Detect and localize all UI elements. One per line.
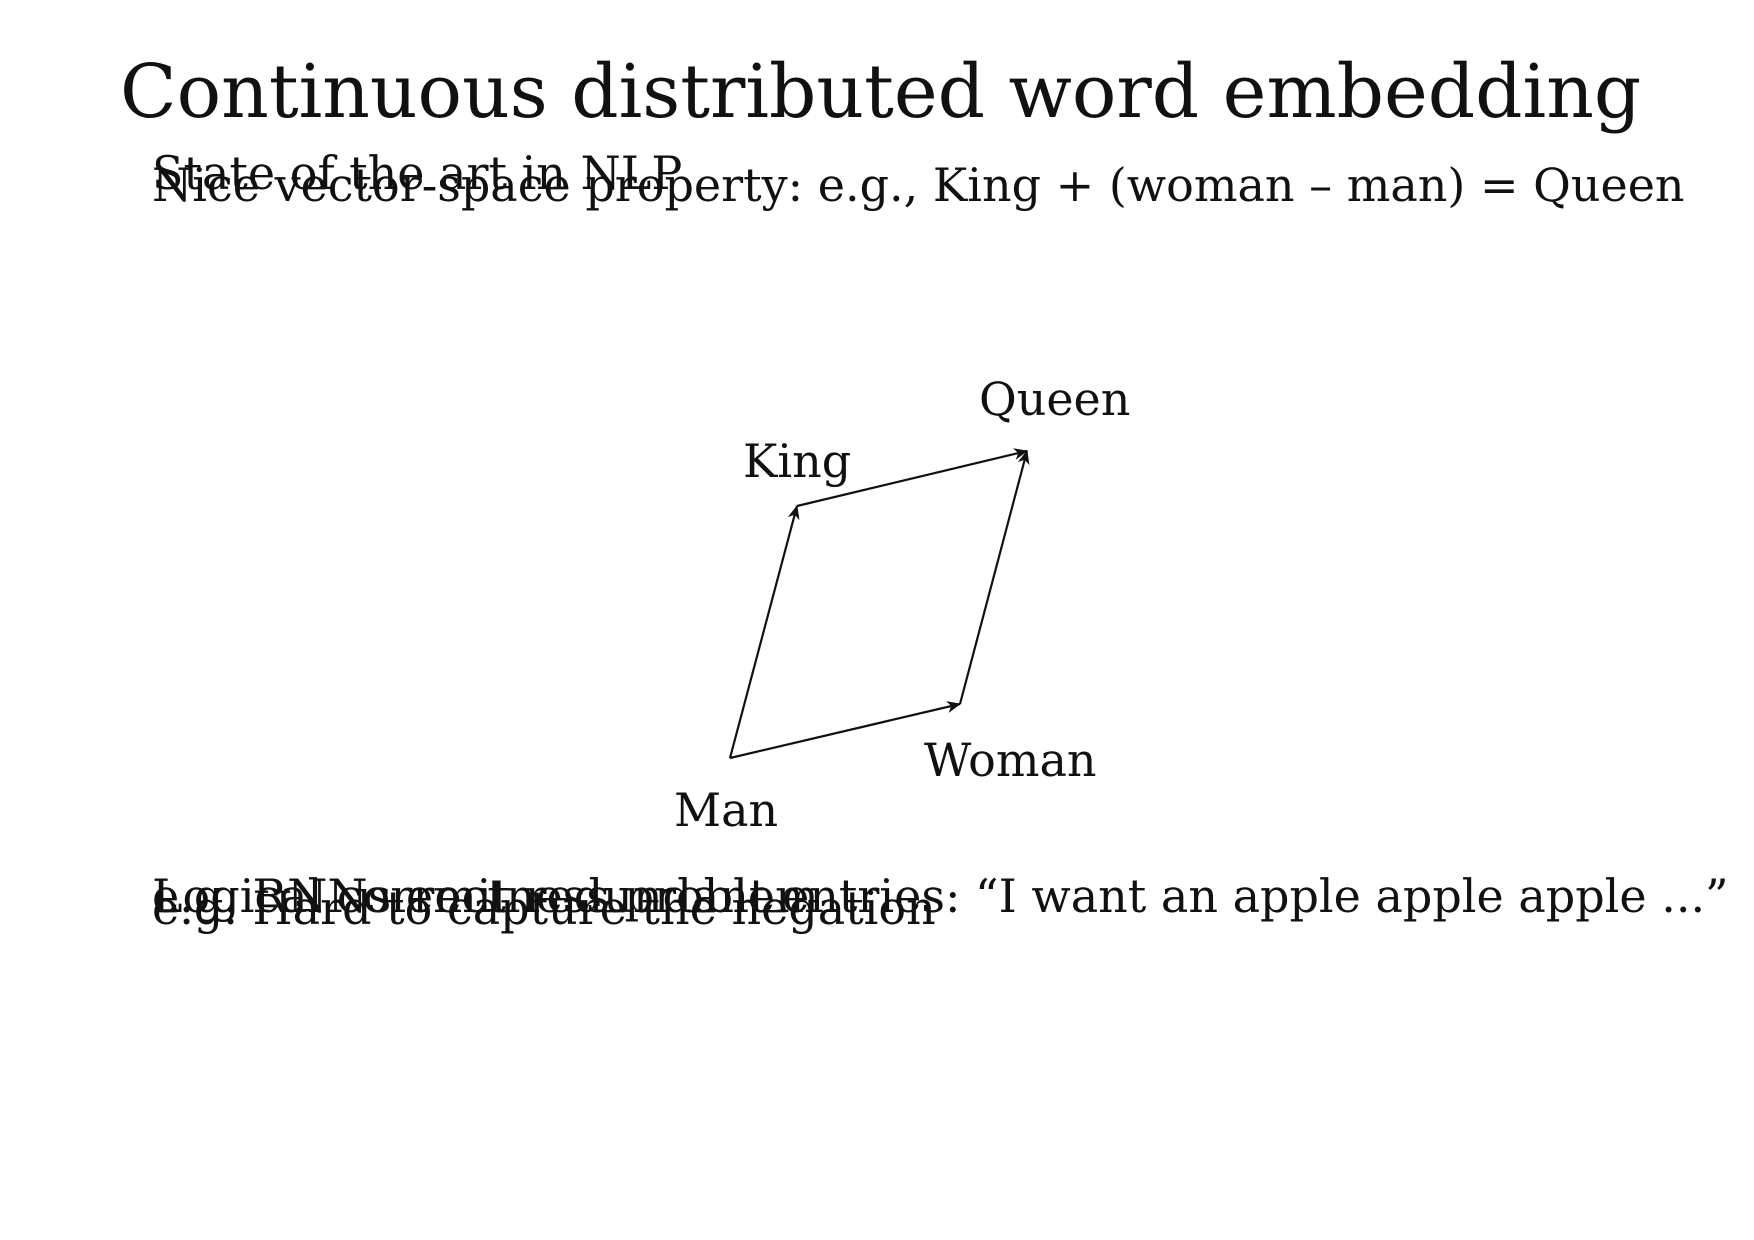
label-queen: Queen [979,372,1130,426]
label-king: King [743,434,851,488]
slide: Continuous distributed word embedding St… [0,0,1754,1240]
bullet-negation: e.g. Hard to capture the negation [152,881,936,935]
label-man: Man [674,783,778,837]
arrow-man-to-king [728,505,800,759]
label-woman: Woman [924,733,1097,787]
word-embedding-diagram: Queen King Woman Man [674,372,1130,837]
arrow-woman-to-queen [958,450,1030,705]
